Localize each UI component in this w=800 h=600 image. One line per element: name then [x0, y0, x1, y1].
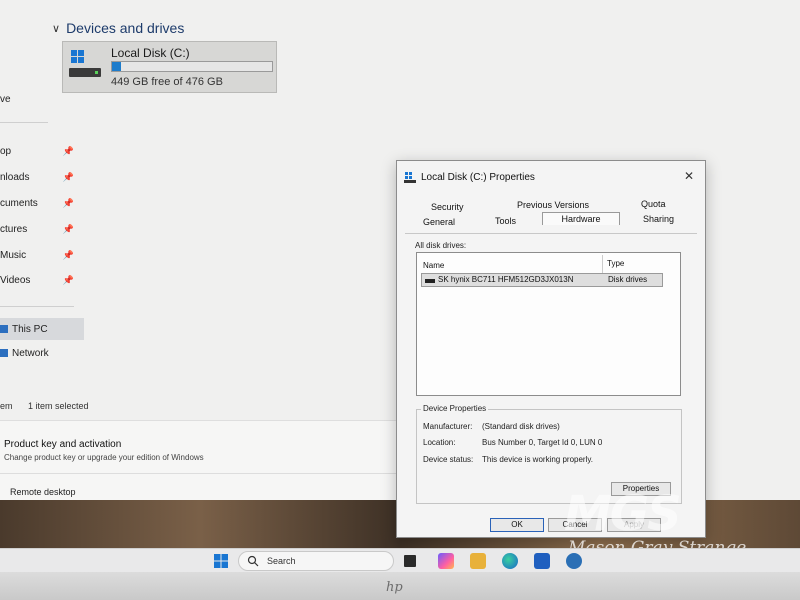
windows-start-icon[interactable] [214, 554, 228, 568]
pin-icon: 📌 [62, 249, 74, 260]
status-item-count: em [0, 401, 13, 411]
location-value: Bus Number 0, Target Id 0, LUN 0 [482, 438, 603, 447]
manufacturer-value: (Standard disk drives) [482, 422, 560, 431]
computer-icon [0, 325, 8, 333]
nav-item-documents[interactable]: cuments 📌 [0, 192, 80, 214]
pin-icon: 📌 [62, 145, 74, 156]
device-status-label: Device status: [423, 455, 474, 464]
nav-item-label: cuments [0, 197, 38, 209]
manufacturer-label: Manufacturer: [423, 422, 473, 431]
remote-desktop-item[interactable]: Remote desktop [10, 487, 76, 497]
copilot-icon[interactable] [438, 553, 454, 569]
drive-type: Disk drives [608, 275, 648, 284]
product-key-title[interactable]: Product key and activation [4, 439, 121, 450]
nav-item-pictures[interactable]: ctures 📌 [0, 218, 80, 240]
search-icon [247, 555, 259, 567]
column-header-type[interactable]: Type [607, 259, 624, 268]
nav-divider [0, 122, 48, 123]
nav-item-label: ve [0, 93, 11, 105]
chevron-down-icon: ∨ [52, 22, 61, 35]
status-bar: em 1 item selected [0, 398, 400, 414]
settings-panel: Product key and activation Change produc… [0, 420, 400, 500]
nav-item-label: op [0, 145, 12, 157]
pin-icon: 📌 [62, 197, 74, 208]
tab-previous-versions[interactable]: Previous Versions [517, 200, 589, 210]
pin-icon: 📌 [62, 171, 74, 182]
store-icon[interactable] [534, 553, 550, 569]
tab-tools[interactable]: Tools [495, 216, 516, 226]
drive-icon [69, 50, 101, 77]
column-divider [602, 255, 603, 273]
nav-item-label: ctures [0, 223, 28, 235]
tab-panel-border [405, 233, 697, 234]
nav-item-label: Videos [0, 274, 31, 286]
file-explorer-icon[interactable] [470, 553, 486, 569]
tab-security[interactable]: Security [431, 202, 464, 212]
ok-button[interactable]: OK [490, 518, 544, 532]
watermark-name: Mason Gray Strange [568, 538, 747, 548]
watermark-logo: MGS Mason Gray Strange [560, 486, 780, 548]
screen: ∨ Devices and drives Local Disk (C:) 449… [0, 0, 800, 548]
local-disk-tile[interactable]: Local Disk (C:) 449 GB free of 476 GB [62, 41, 277, 93]
nav-item-label: Network [12, 347, 49, 359]
drive-usage-fill [112, 62, 122, 71]
nav-item-this-pc[interactable]: This PC [0, 318, 84, 340]
nav-divider [0, 306, 74, 307]
monitor-bezel: hp [0, 572, 800, 600]
tab-sharing[interactable]: Sharing [643, 214, 674, 224]
taskbar-search[interactable]: Search [238, 551, 394, 571]
drive-name: Local Disk (C:) [111, 46, 190, 60]
product-key-subtitle: Change product key or upgrade your editi… [4, 453, 204, 462]
settings-divider [0, 473, 400, 474]
drive-model-name: SK hynix BC711 HFM512GD3JX013N [438, 275, 574, 284]
device-status-value: This device is working properly. [482, 455, 594, 464]
close-icon[interactable]: ✕ [681, 168, 697, 184]
nav-item-label: This PC [12, 323, 48, 335]
devices-and-drives-header[interactable]: ∨ Devices and drives [52, 20, 184, 36]
location-label: Location: [423, 438, 456, 447]
nav-item-music[interactable]: Music 📌 [0, 244, 80, 266]
nav-item-label: nloads [0, 171, 30, 183]
list-item[interactable]: SK hynix BC711 HFM512GD3JX013N Disk driv… [421, 273, 663, 287]
tab-general[interactable]: General [423, 217, 455, 227]
tab-quota[interactable]: Quota [641, 199, 666, 209]
device-properties-legend: Device Properties [421, 404, 489, 413]
properties-dialog: Local Disk (C:) Properties ✕ Security Pr… [396, 160, 706, 538]
nav-item-truncated[interactable]: ve [0, 88, 80, 110]
drive-icon [404, 172, 416, 183]
hp-logo: hp [386, 580, 403, 595]
nav-item-desktop[interactable]: op 📌 [0, 140, 80, 162]
taskbar: Search [0, 548, 800, 572]
disk-icon [425, 279, 435, 283]
all-disk-drives-label: All disk drives: [415, 241, 467, 250]
task-view-icon[interactable] [404, 555, 416, 567]
list-header: Name Type [417, 253, 680, 273]
nav-item-downloads[interactable]: nloads 📌 [0, 166, 80, 188]
nav-item-videos[interactable]: Videos 📌 [0, 269, 80, 291]
nav-item-label: Music [0, 249, 27, 261]
dialog-title: Local Disk (C:) Properties [421, 172, 535, 183]
nav-item-network[interactable]: Network [0, 342, 80, 364]
search-placeholder: Search [267, 556, 296, 566]
pin-icon: 📌 [62, 223, 74, 234]
network-icon [0, 349, 8, 357]
pin-icon: 📌 [62, 274, 74, 285]
edge-icon[interactable] [502, 553, 518, 569]
section-header-label: Devices and drives [66, 20, 185, 36]
drive-free-space: 449 GB free of 476 GB [111, 76, 223, 88]
tab-hardware[interactable]: Hardware [542, 212, 620, 225]
watermark-letters: MGS [564, 486, 682, 542]
disk-drives-list[interactable]: Name Type SK hynix BC711 HFM512GD3JX013N… [416, 252, 681, 396]
drive-usage-bar [111, 61, 273, 72]
settings-icon[interactable] [566, 553, 582, 569]
column-header-name[interactable]: Name [423, 261, 444, 270]
status-selected-count: 1 item selected [28, 401, 89, 411]
